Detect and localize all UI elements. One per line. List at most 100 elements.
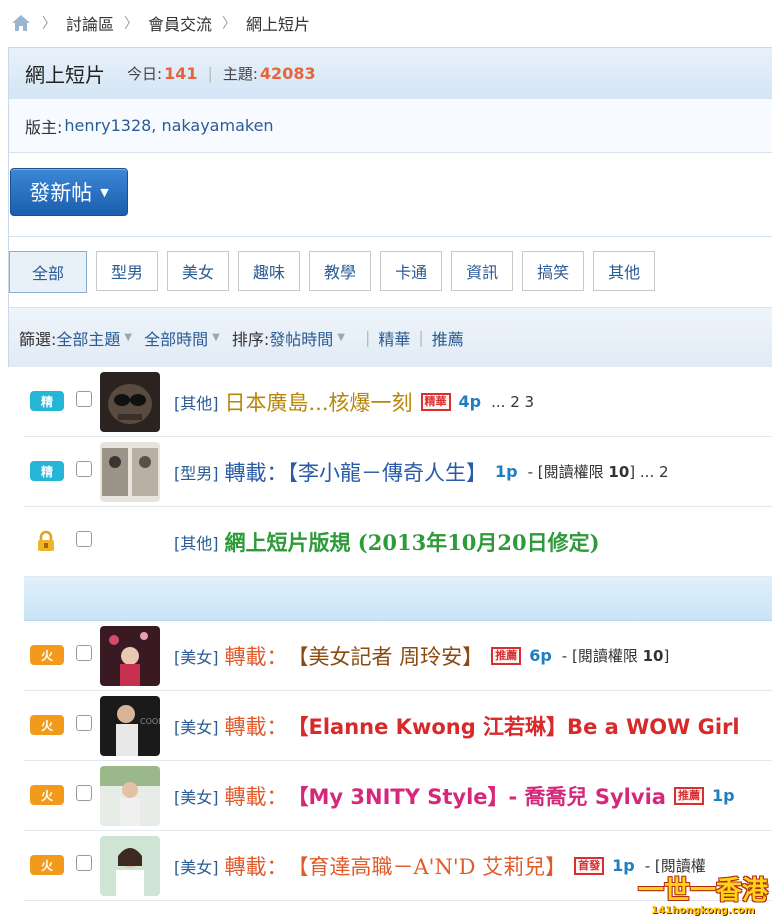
thread-checkbox[interactable] (76, 461, 92, 477)
home-icon[interactable] (10, 13, 32, 33)
filter-bar: 篩選: 全部主題 ▼ 全部時間 ▼ 排序: 發帖時間 ▼ | 精華 | 推薦 (8, 307, 772, 367)
table-row: 精 [型男] 轉載：【李小龍－傳奇人生】 1p - [閱讀權限 10] ... … (24, 437, 772, 507)
thread-title-line: [其他] 網上短片版規 (2013年10月20日修定) (174, 507, 600, 576)
thread-title[interactable]: 轉載：【李小龍－傳奇人生】 (225, 457, 488, 487)
thread-thumbnail[interactable] (100, 626, 160, 686)
thread-category[interactable]: [美女] (174, 784, 219, 808)
caret-down-icon: ▼ (100, 185, 109, 199)
thread-checkbox[interactable] (76, 645, 92, 661)
hot-icon: 火 (30, 645, 64, 665)
recommend-badge: 推薦 (491, 646, 522, 665)
thread-thumbnail[interactable] (100, 372, 160, 432)
thread-category[interactable]: [美女] (174, 644, 219, 668)
tab-tutorial[interactable]: 教學 (309, 251, 372, 291)
divider: | (418, 328, 424, 347)
thread-pages[interactable]: 6p (529, 646, 552, 665)
thread-title-prefix[interactable]: 轉載： (225, 711, 288, 741)
thread-checkbox[interactable] (76, 391, 92, 407)
thread-pages[interactable]: 1p (612, 856, 635, 875)
thread-page-links[interactable]: ... 2 3 (491, 393, 534, 411)
thread-title[interactable]: 【My 3NITY Style】- 喬喬兒 Sylvia (288, 781, 666, 811)
chevron-right-icon: 〉 (222, 16, 237, 32)
thread-title-line: [美女] 轉載： 【My 3NITY Style】- 喬喬兒 Sylvia 推薦… (174, 761, 735, 830)
hot-icon: 火 (30, 855, 64, 875)
new-post-area: 發新帖 ▼ (8, 153, 772, 237)
thread-thumbnail[interactable] (100, 766, 160, 826)
thread-checkbox[interactable] (76, 785, 92, 801)
new-post-label: 發新帖 (29, 181, 93, 205)
digest-icon: 精 (30, 391, 64, 411)
filter-digest[interactable]: 精華 (378, 326, 410, 350)
thread-thumbnail[interactable] (100, 836, 160, 896)
today-count: 141 (164, 64, 198, 83)
sort-select[interactable]: 發帖時間 (269, 326, 333, 350)
thread-category[interactable]: [美女] (174, 854, 219, 878)
thread-title[interactable]: 日本廣島...核爆一刻 (225, 387, 413, 417)
divider: | (207, 64, 213, 83)
thread-category[interactable]: [其他] (174, 390, 219, 414)
digest-badge: 精華 (420, 392, 451, 411)
thread-title-prefix[interactable]: 轉載： (225, 641, 288, 671)
thread-title-line: [其他] 日本廣島...核爆一刻 精華 4p ... 2 3 (174, 367, 534, 436)
thread-thumbnail[interactable] (100, 442, 160, 502)
thread-title[interactable]: 網上短片版規 (2013年10月20日修定) (225, 527, 600, 557)
thread-category[interactable]: [美女] (174, 714, 219, 738)
category-tabs: 全部 型男 美女 趣味 教學 卡通 資訊 搞笑 其他 (8, 237, 772, 307)
filter-all-time[interactable]: 全部時間 (144, 326, 208, 350)
thread-title-prefix[interactable]: 轉載： (225, 851, 288, 881)
chevron-right-icon: 〉 (124, 16, 139, 32)
thread-title[interactable]: 【Elanne Kwong 江若琳】Be a WOW Girl (288, 711, 740, 741)
thread-permission: - [閱讀權限 10] (561, 647, 670, 665)
thread-pages[interactable]: 1p (712, 786, 735, 805)
thread-permission: - [閱讀權 (644, 857, 706, 875)
divider: | (364, 328, 371, 347)
tab-fun[interactable]: 趣味 (238, 251, 301, 291)
table-row: 精 [其他] 日本廣島...核爆一刻 精華 4p ... 2 3 (24, 367, 772, 437)
tab-info[interactable]: 資訊 (451, 251, 514, 291)
filter-all-topics[interactable]: 全部主題 (56, 326, 120, 350)
thread-checkbox[interactable] (76, 715, 92, 731)
svg-text:COOL: COOL (140, 717, 160, 726)
table-row: 火 COOL [美女] 轉載： 【Elanne Kwong 江若琳】Be a W… (24, 691, 772, 761)
breadcrumb-item-videos[interactable]: 網上短片 (246, 11, 310, 35)
caret-down-icon: ▼ (124, 332, 133, 343)
caret-down-icon: ▼ (212, 332, 220, 343)
thread-category[interactable]: [其他] (174, 530, 219, 554)
tab-funny[interactable]: 搞笑 (522, 251, 585, 291)
first-post-badge: 首發 (574, 856, 605, 875)
table-row: 火 [美女] 轉載： 【My 3NITY Style】- 喬喬兒 Sylvia … (24, 761, 772, 831)
topics-count: 42083 (259, 64, 316, 83)
forum-title: 網上短片 (25, 63, 105, 87)
thread-thumbnail[interactable]: COOL (100, 696, 160, 756)
digest-icon: 精 (30, 461, 64, 481)
moderators-row: 版主: henry1328, nakayamaken (8, 99, 772, 153)
filter-recommend[interactable]: 推薦 (432, 326, 464, 350)
sort-label: 排序: (231, 329, 270, 349)
thread-title-prefix[interactable]: 轉載： (225, 781, 288, 811)
thread-title-line: [型男] 轉載：【李小龍－傳奇人生】 1p - [閱讀權限 10] ... 2 (174, 437, 669, 506)
thread-title[interactable]: 【美女記者 周玲安】 (288, 641, 484, 671)
thread-pages[interactable]: 1p (495, 462, 518, 481)
moderators-label: 版主: (25, 117, 63, 137)
tab-other[interactable]: 其他 (593, 251, 656, 291)
thread-pages[interactable]: 4p (459, 392, 482, 411)
hot-icon: 火 (30, 715, 64, 735)
today-label: 今日: (127, 65, 163, 83)
tab-all[interactable]: 全部 (9, 251, 87, 293)
thread-list: 精 [其他] 日本廣島...核爆一刻 精華 4p ... 2 3 精 [型男] … (24, 367, 772, 901)
breadcrumb-item-forum[interactable]: 討論區 (66, 11, 114, 35)
thread-category[interactable]: [型男] (174, 460, 219, 484)
moderators-list[interactable]: henry1328, nakayamaken (64, 116, 273, 135)
lock-icon (36, 530, 56, 551)
thread-checkbox[interactable] (76, 855, 92, 871)
tab-cartoon[interactable]: 卡通 (380, 251, 443, 291)
watermark-url: 141hongkong.com (651, 905, 755, 916)
tab-men[interactable]: 型男 (96, 251, 159, 291)
thread-checkbox[interactable] (76, 531, 92, 547)
caret-down-icon: ▼ (337, 332, 345, 343)
tab-women[interactable]: 美女 (167, 251, 230, 291)
recommend-badge: 推薦 (673, 786, 704, 805)
breadcrumb-item-members[interactable]: 會員交流 (148, 11, 212, 35)
thread-title[interactable]: 【育達高職－A'N'D 艾莉兒】 (288, 851, 567, 881)
new-post-button[interactable]: 發新帖 ▼ (10, 168, 128, 216)
